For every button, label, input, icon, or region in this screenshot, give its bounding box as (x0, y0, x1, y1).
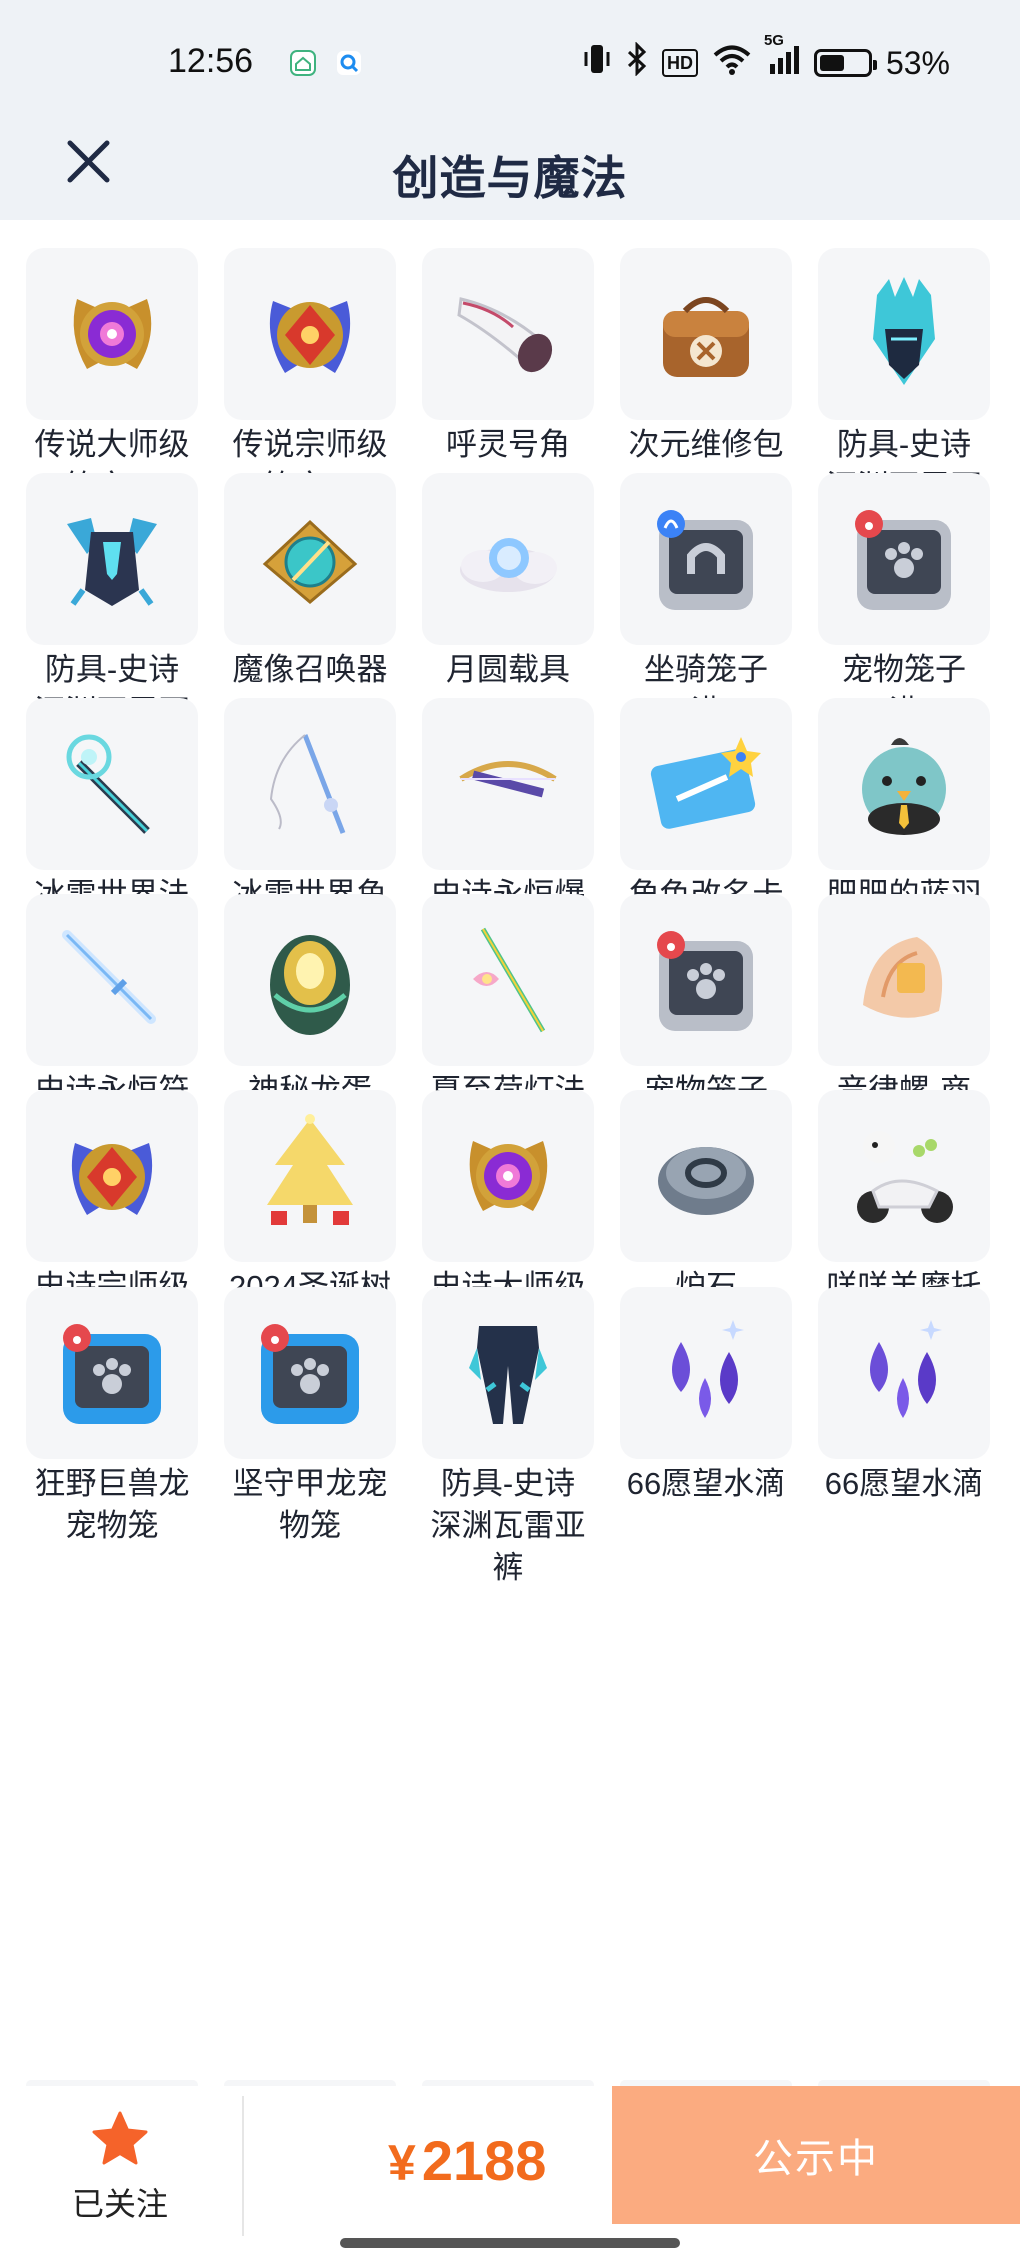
nav-bar: 创造与魔法 (0, 110, 1020, 220)
blue-pet-cage-icon (224, 1287, 396, 1459)
moon-vehicle-icon (422, 473, 594, 645)
mount-cage-icon (620, 473, 792, 645)
item-card[interactable]: 66愿望水滴 (818, 1287, 990, 1505)
purple-rune-stone-icon (224, 248, 396, 420)
item-card[interactable]: 坚守甲龙宠 物笼 (224, 1287, 396, 1547)
item-card[interactable]: 传说宗师级 符文石 (224, 248, 396, 508)
wish-drop-icon (620, 1287, 792, 1459)
armor-pants-icon (422, 1287, 594, 1459)
item-name: 66愿望水滴 (626, 1466, 786, 1501)
status-time: 12:56 (168, 42, 254, 80)
currency-symbol: ¥ (388, 2135, 416, 2191)
item-card[interactable]: 坐骑笼子 (满) (620, 473, 792, 733)
armor-helmet-icon (818, 248, 990, 420)
item-card[interactable]: 传说大师级 符文石 (26, 248, 198, 508)
item-card[interactable]: 魔像召唤器 (224, 473, 396, 691)
item-name: 防具-史诗 深渊瓦雷亚 裤 (430, 1466, 586, 1585)
item-card[interactable]: 2024圣诞树 (224, 1090, 396, 1308)
crossbow-icon (422, 698, 594, 870)
horn-icon (422, 248, 594, 420)
item-card[interactable]: 次元维修包 (620, 248, 792, 466)
item-name: 66愿望水滴 (824, 1466, 984, 1501)
purple-rune-stone-icon (26, 1090, 198, 1262)
rename-card-icon (620, 698, 792, 870)
golem-summoner-icon (224, 473, 396, 645)
bluetooth-icon (626, 41, 648, 84)
item-card[interactable]: 角色改名卡 (620, 698, 792, 916)
page-title: 创造与魔法 (392, 152, 628, 204)
publicity-status-button[interactable]: 公示中 (612, 2086, 1020, 2224)
item-name: 次元维修包 (628, 427, 784, 462)
hd-badge: HD (661, 49, 698, 77)
blue-chicken-icon (818, 698, 990, 870)
home-app-icon (290, 50, 316, 76)
item-card[interactable]: 宠物笼子 (满) (818, 473, 990, 733)
gold-rune-stone-icon (422, 1090, 594, 1262)
network-type: 5G (763, 32, 784, 49)
repair-bag-icon (620, 248, 792, 420)
price: ¥2188 (388, 2128, 546, 2193)
price-value: 2188 (421, 2129, 547, 2192)
dragon-egg-icon (224, 894, 396, 1066)
vibrate-icon (582, 42, 612, 84)
item-card[interactable]: 防具-史诗 深渊瓦雷亚 裤 (422, 1287, 594, 1589)
armor-chest-icon (26, 473, 198, 645)
blue-pet-cage-icon (26, 1287, 198, 1459)
follow-label: 已关注 (71, 2186, 168, 2222)
item-card[interactable]: 狂野巨兽龙 宠物笼 (26, 1287, 198, 1547)
cellular-signal-icon: 5G (764, 32, 800, 84)
pet-cage-icon (620, 894, 792, 1066)
item-name: 坚守甲龙宠 物笼 (232, 1466, 388, 1543)
item-name: 狂野巨兽龙 宠物笼 (34, 1466, 190, 1543)
conch-icon (818, 894, 990, 1066)
item-card[interactable]: 月圆载具 (422, 473, 594, 691)
battery-percent: 53% (885, 44, 950, 81)
rune-sword-icon (26, 894, 198, 1066)
gold-rune-stone-icon (26, 248, 198, 420)
ice-staff-icon (26, 698, 198, 870)
search-app-icon (336, 50, 362, 76)
follow-button[interactable]: 已关注 (30, 2110, 210, 2225)
item-name: 魔像召唤器 (232, 652, 388, 687)
item-name: 月圆载具 (446, 652, 570, 687)
star-icon (92, 2111, 148, 2165)
item-card[interactable]: 呼灵号角 (422, 248, 594, 466)
wifi-icon (712, 43, 752, 83)
item-card[interactable]: 神秘龙蛋 (224, 894, 396, 1112)
lotus-staff-icon (422, 894, 594, 1066)
divider (242, 2096, 244, 2236)
wish-drop-icon (818, 1287, 990, 1459)
battery-icon (813, 49, 877, 77)
fishing-rod-icon (224, 698, 396, 870)
item-card[interactable]: 66愿望水滴 (620, 1287, 792, 1505)
pet-cage-icon (818, 473, 990, 645)
christmas-tree-icon (224, 1090, 396, 1262)
sheep-motorcycle-icon (818, 1090, 990, 1262)
home-indicator[interactable] (340, 2238, 680, 2248)
item-name: 呼灵号角 (446, 427, 570, 462)
item-card[interactable]: 音律螺·商 (818, 894, 990, 1112)
hearthstone-icon (620, 1090, 792, 1262)
status-indicators: HD 5G 53% (582, 32, 950, 84)
item-card[interactable]: 炉石 (620, 1090, 792, 1308)
